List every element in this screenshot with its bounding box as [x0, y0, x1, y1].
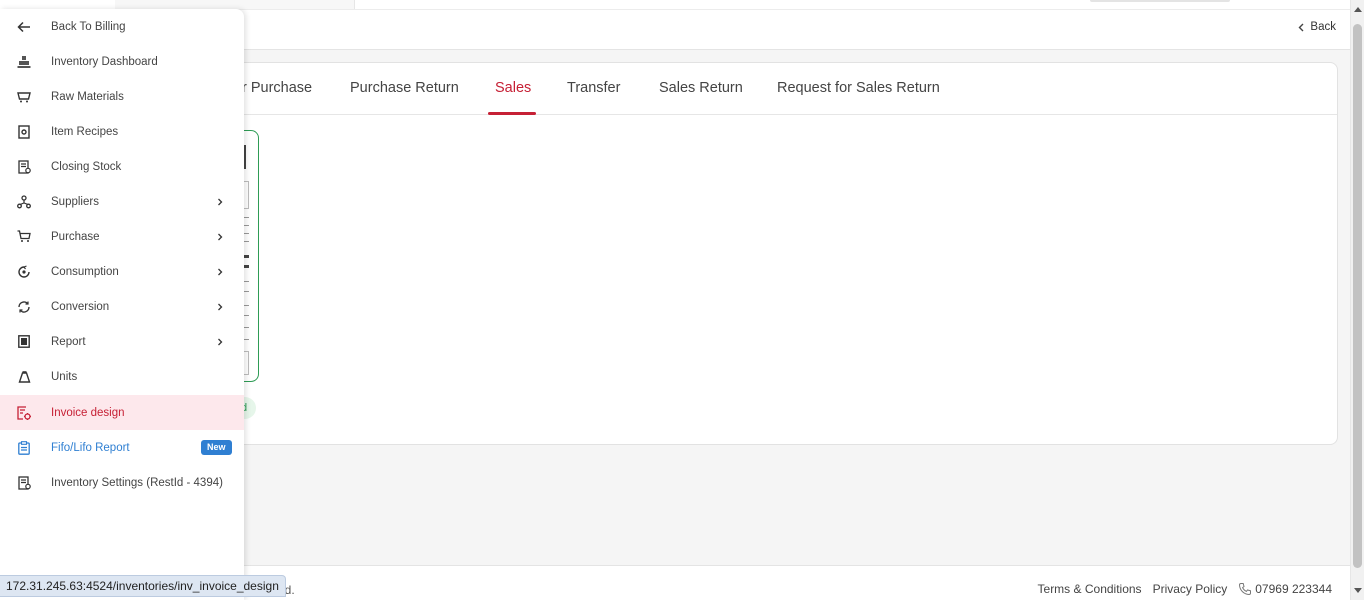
- sidebar-item-label: Conversion: [51, 300, 110, 313]
- sidebar-item-inventory-settings[interactable]: Inventory Settings (RestId - 4394): [0, 465, 244, 500]
- privacy-link[interactable]: Privacy Policy: [1153, 582, 1228, 596]
- browser-tab-ghost: [115, 0, 355, 9]
- sidebar-item-closing-stock[interactable]: Closing Stock: [0, 149, 244, 184]
- sidebar-item-label: Item Recipes: [51, 125, 119, 138]
- cart-icon: [17, 90, 31, 104]
- new-badge: New: [201, 440, 232, 455]
- chevron-right-icon: [217, 233, 223, 241]
- suppliers-icon: [17, 194, 31, 209]
- tab-request-sales-return[interactable]: Request for Sales Return: [777, 80, 940, 96]
- sidebar-item-label: Suppliers: [51, 195, 99, 208]
- units-icon: [17, 370, 31, 384]
- footer-links: Terms & Conditions Privacy Policy 07969 …: [1038, 582, 1332, 596]
- sidebar-item-item-recipes[interactable]: Item Recipes: [0, 114, 244, 149]
- sidebar-item-raw-materials[interactable]: Raw Materials: [0, 79, 244, 114]
- clipboard-icon: [17, 440, 31, 455]
- scroll-up-arrow-icon[interactable]: [1354, 7, 1362, 12]
- settings-doc-icon: [17, 475, 31, 490]
- tab-purchase[interactable]: r Purchase: [242, 80, 312, 96]
- sidebar-item-invoice-design[interactable]: Invoice design: [0, 395, 244, 430]
- chevron-left-icon: [1298, 23, 1304, 32]
- purchase-cart-icon: [17, 230, 31, 244]
- inventory-sidebar: Back To Billing Inventory Dashboard Raw …: [0, 9, 244, 600]
- sidebar-item-label: Fifo/Lifo Report: [51, 441, 130, 454]
- phone-icon: [1238, 582, 1252, 596]
- chevron-right-icon: [217, 338, 223, 346]
- sidebar-item-report[interactable]: Report: [0, 324, 244, 359]
- report-icon: [17, 335, 31, 349]
- browser-status-url: 172.31.245.63:4524/inventories/inv_invoi…: [0, 575, 286, 597]
- stock-icon: [17, 159, 31, 174]
- top-pill: [1090, 0, 1230, 2]
- sidebar-item-conversion[interactable]: Conversion: [0, 289, 244, 324]
- sidebar-item-label: Purchase: [51, 230, 100, 243]
- sidebar-item-consumption[interactable]: Consumption: [0, 254, 244, 289]
- sidebar-item-fifo-lifo-report[interactable]: Fifo/Lifo Report New: [0, 430, 244, 465]
- chevron-right-icon: [217, 198, 223, 206]
- sidebar-item-label: Invoice design: [51, 406, 125, 419]
- scroll-down-arrow-icon[interactable]: [1354, 588, 1362, 593]
- invoice-tabs: r Purchase Purchase Return Sales Transfe…: [171, 63, 1337, 115]
- sidebar-item-label: Inventory Settings (RestId - 4394): [51, 476, 223, 489]
- chevron-right-icon: [217, 303, 223, 311]
- terms-link[interactable]: Terms & Conditions: [1038, 582, 1142, 596]
- chevron-right-icon: [217, 268, 223, 276]
- sidebar-item-label: Raw Materials: [51, 90, 124, 103]
- page-scrollbar[interactable]: [1350, 0, 1364, 600]
- dashboard-icon: [17, 55, 31, 69]
- sidebar-item-label: Back To Billing: [51, 20, 126, 33]
- sidebar-item-units[interactable]: Units: [0, 359, 244, 394]
- sidebar-item-label: Inventory Dashboard: [51, 55, 158, 68]
- sidebar-item-purchase[interactable]: Purchase: [0, 219, 244, 254]
- sidebar-item-label: Closing Stock: [51, 160, 122, 173]
- consumption-icon: [17, 264, 31, 279]
- conversion-icon: [17, 300, 31, 314]
- tab-sales[interactable]: Sales: [495, 80, 531, 96]
- sidebar-item-inventory-dashboard[interactable]: Inventory Dashboard: [0, 44, 244, 79]
- sidebar-item-label: Units: [51, 370, 78, 383]
- sidebar-item-label: Report: [51, 335, 86, 348]
- sidebar-item-suppliers[interactable]: Suppliers: [0, 184, 244, 219]
- back-button[interactable]: Back: [1298, 21, 1336, 33]
- tab-transfer[interactable]: Transfer: [567, 80, 620, 96]
- tab-sales-return[interactable]: Sales Return: [659, 80, 743, 96]
- invoice-design-icon: [17, 405, 31, 420]
- phone-number: 07969 223344: [1255, 582, 1332, 596]
- sidebar-item-back-to-billing[interactable]: Back To Billing: [0, 9, 244, 44]
- invoice-design-card: r Purchase Purchase Return Sales Transfe…: [170, 62, 1338, 445]
- sidebar-item-label: Consumption: [51, 265, 119, 278]
- recipe-icon: [17, 124, 31, 139]
- phone-contact[interactable]: 07969 223344: [1238, 582, 1332, 596]
- tab-purchase-return[interactable]: Purchase Return: [350, 80, 459, 96]
- back-label: Back: [1310, 21, 1336, 33]
- active-tab-indicator: [488, 112, 536, 115]
- arrow-left-icon: [17, 20, 31, 34]
- scroll-thumb[interactable]: [1353, 24, 1362, 568]
